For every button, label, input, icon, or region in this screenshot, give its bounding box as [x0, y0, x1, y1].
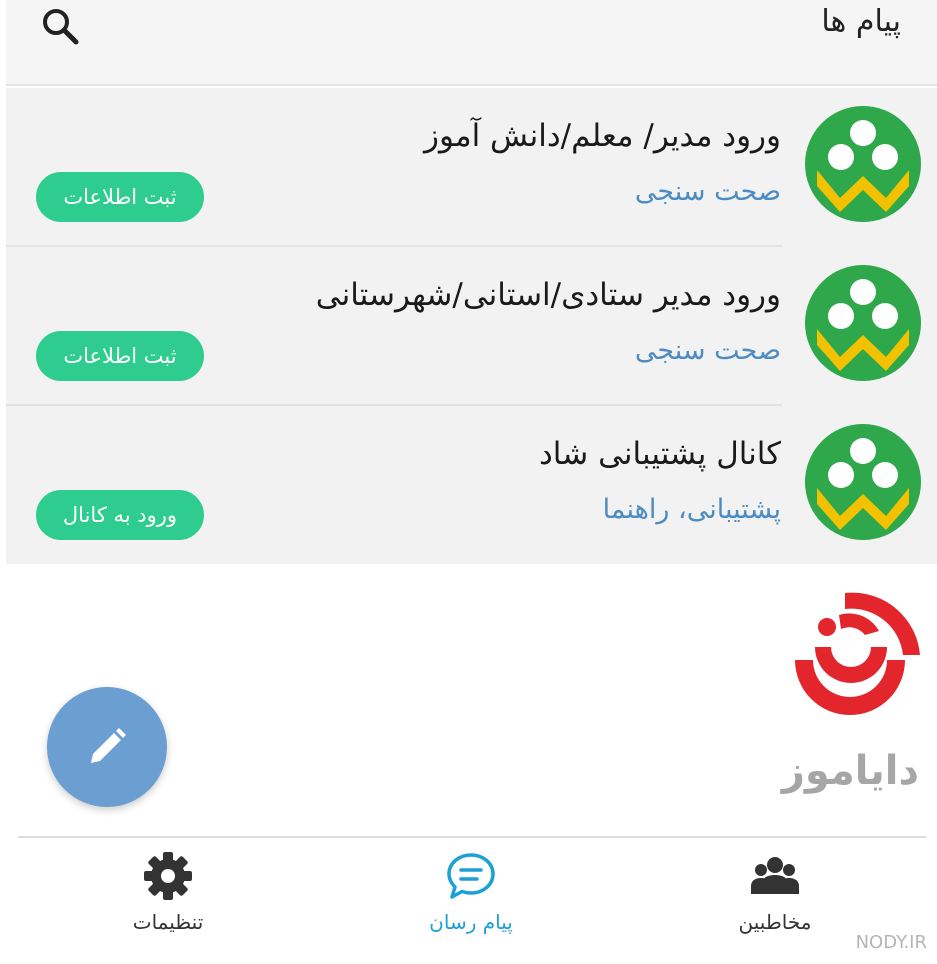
- bottom-navigation: تنظیمات پیام رسان مخاطبین: [0, 836, 937, 964]
- nav-messenger[interactable]: پیام رسان: [371, 850, 571, 950]
- chat-bubble-icon: [447, 853, 495, 899]
- page-title: پیام ها: [821, 4, 901, 39]
- chat-title: کانال پشتیبانی شاد: [539, 436, 781, 472]
- brand-name: دایاموز: [781, 748, 919, 794]
- nav-contacts-label: مخاطبین: [738, 910, 812, 934]
- chat-subtitle: صحت سنجی: [634, 176, 781, 207]
- chat-subtitle: صحت سنجی: [634, 335, 781, 366]
- chat-item-support-channel[interactable]: کانال پشتیبانی شاد پشتیبانی، راهنما ورود…: [6, 406, 937, 565]
- app-header: پیام ها: [6, 0, 937, 86]
- register-info-button[interactable]: ثبت اطلاعات: [36, 172, 204, 222]
- chat-title: ورود مدیر/ معلم/دانش آموز: [424, 118, 781, 154]
- nav-settings-label: تنظیمات: [132, 910, 204, 934]
- dayamooz-logo-icon: [795, 592, 920, 716]
- shad-logo-icon: [805, 265, 921, 381]
- compose-button[interactable]: [47, 687, 167, 807]
- chat-item-staff-login[interactable]: ورود مدیر ستادی/استانی/شهرستانی صحت سنجی…: [6, 247, 937, 406]
- register-info-button[interactable]: ثبت اطلاعات: [36, 331, 204, 381]
- enter-channel-button[interactable]: ورود به کانال: [36, 490, 204, 540]
- watermark: NODY.IR: [855, 932, 927, 953]
- people-icon: [751, 857, 799, 894]
- chat-item-login[interactable]: ورود مدیر/ معلم/دانش آموز صحت سنجی ثبت ا…: [6, 88, 937, 247]
- search-icon: [43, 9, 79, 45]
- chat-title: ورود مدیر ستادی/استانی/شهرستانی: [315, 277, 781, 313]
- chat-subtitle: پشتیبانی، راهنما: [602, 494, 781, 525]
- pencil-icon: [91, 728, 126, 763]
- shad-logo-icon: [805, 424, 921, 540]
- search-button[interactable]: [38, 4, 84, 50]
- nav-contacts[interactable]: مخاطبین: [675, 850, 875, 950]
- shad-logo-icon: [805, 106, 921, 222]
- gear-icon: [144, 852, 192, 900]
- chat-list: ورود مدیر/ معلم/دانش آموز صحت سنجی ثبت ا…: [6, 88, 937, 564]
- nav-settings[interactable]: تنظیمات: [68, 850, 268, 950]
- bottom-divider: [18, 836, 926, 838]
- nav-messenger-label: پیام رسان: [429, 910, 513, 934]
